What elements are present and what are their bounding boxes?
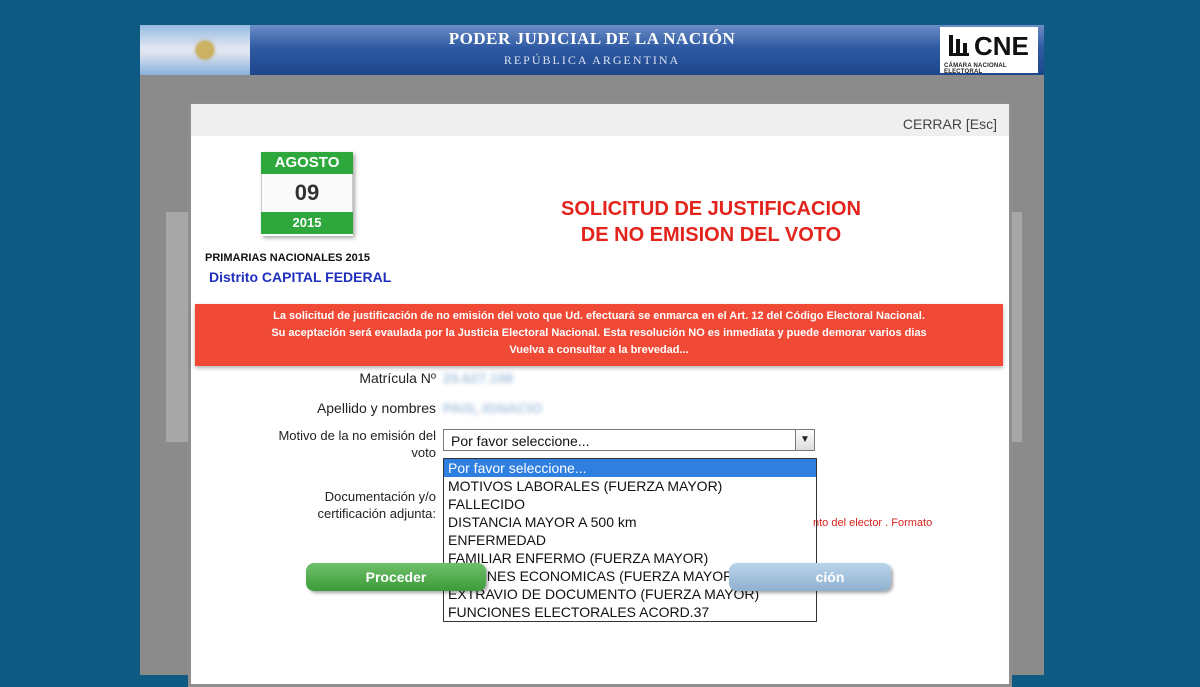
documentacion-label: Documentación y/o certificación adjunta: [251,488,436,522]
cancel-button[interactable]: ción [729,563,891,591]
dropdown-option[interactable]: DISTANCIA MAYOR A 500 km [444,513,816,531]
motivo-label-line-1: Motivo de la no emisión del [278,428,436,443]
cne-logo-text: CNE [974,31,1029,61]
dropdown-option[interactable]: FUNCIONES ELECTORALES ACORD.37 [444,603,816,621]
apellido-label: Apellido y nombres [316,400,436,416]
cne-logo: CNE CÁMARA NACIONAL ELECTORAL [940,27,1038,75]
calendar-day: 09 [261,174,353,212]
calendar-month: AGOSTO [261,152,353,174]
proceed-button[interactable]: Proceder [306,563,486,591]
header-subtitle: REPÚBLICA ARGENTINA [503,53,681,67]
election-name: PRIMARIAS NACIONALES 2015 [205,252,371,264]
calendar-year: 2015 [261,212,353,234]
dropdown-option[interactable]: MOTIVOS LABORALES (FUERZA MAYOR) [444,477,816,495]
page-title: SOLICITUD DE JUSTIFICACION DE NO EMISION… [511,196,911,248]
modal-top-bar: CERRAR [Esc] [191,104,1009,136]
page-title-line-2: DE NO EMISION DEL VOTO [580,224,842,246]
documentacion-label-line-2: certificación adjunta: [317,506,436,521]
banner-line-3: Vuelva a consultar a la brevedad... [509,344,689,356]
motivo-select-value: Por favor seleccione... [451,433,590,449]
motivo-label: Motivo de la no emisión del voto [231,427,436,461]
cancel-button-label: ción [815,569,845,585]
page-title-line-1: SOLICITUD DE JUSTIFICACION [560,198,861,220]
apellido-value: PAIS, IGNACIO [443,400,543,416]
dropdown-option[interactable]: FALLECIDO [444,495,816,513]
matricula-label: Matrícula Nº [359,370,436,386]
district-name: Distrito CAPITAL FEDERAL [209,269,392,285]
banner-line-2: Su aceptación será evaulada por la Justi… [271,327,927,339]
justification-modal: CERRAR [Esc] AGOSTO 09 2015 PRIMARIAS NA… [188,101,1012,687]
calendar-date: AGOSTO 09 2015 [261,152,353,236]
motivo-select[interactable]: Por favor seleccione... ▼ [443,429,815,451]
dropdown-option[interactable]: Por favor seleccione... [444,459,816,477]
header-title: PODER JUDICIAL DE LA NACIÓN [448,29,736,48]
close-button[interactable]: CERRAR [Esc] [903,116,997,132]
documentacion-label-line-1: Documentación y/o [324,489,436,504]
matricula-value: 25.627.198 [443,370,514,386]
dropdown-option[interactable]: ENFERMEDAD [444,531,816,549]
chevron-down-icon[interactable]: ▼ [795,430,814,450]
cne-mark-icon [949,35,969,56]
motivo-dropdown-list: Por favor seleccione... MOTIVOS LABORALE… [443,458,817,622]
cne-logo-subtext: CÁMARA NACIONAL ELECTORAL [944,63,1007,75]
documentacion-note: nto del elector . Formato [813,517,933,529]
warning-banner: La solicitud de justificación de no emis… [195,304,1003,366]
site-header: PODER JUDICIAL DE LA NACIÓN REPÚBLICA AR… [140,25,1044,75]
motivo-label-line-2: voto [411,445,436,460]
banner-line-1: La solicitud de justificación de no emis… [273,310,925,322]
